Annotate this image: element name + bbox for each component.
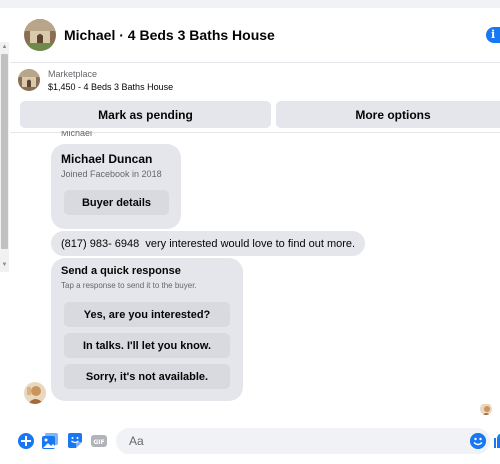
quick-response-not-available-button[interactable]: Sorry, it's not available. xyxy=(64,364,230,389)
scroll-down-icon[interactable]: ▼ xyxy=(1,262,8,269)
message-bubble: (817) 983- 6948 very interested would lo… xyxy=(51,231,366,256)
seen-receipt-avatar xyxy=(480,403,492,415)
photo-icon[interactable] xyxy=(41,432,59,450)
svg-text:GIF: GIF xyxy=(93,439,104,446)
quick-response-title: Send a quick response xyxy=(61,265,181,277)
listing-thumbnail[interactable] xyxy=(18,69,40,91)
info-icon[interactable]: i xyxy=(486,27,500,43)
buyer-card: Michael Duncan Joined Facebook in 2018 B… xyxy=(51,144,181,229)
emoji-icon[interactable] xyxy=(470,433,486,449)
sticker-icon[interactable] xyxy=(66,432,84,450)
marketplace-panel: Marketplace $1,450 - 4 Beds 3 Baths Hous… xyxy=(10,62,500,133)
like-icon[interactable] xyxy=(494,434,500,448)
quick-response-yes-button[interactable]: Yes, are you interested? xyxy=(64,302,230,327)
message-composer: GIF xyxy=(10,426,500,456)
buyer-details-button[interactable]: Buyer details xyxy=(64,190,169,215)
scrollbar[interactable]: ▲ ▼ xyxy=(0,42,9,272)
conversation-title: Michael · 4 Beds 3 Baths House xyxy=(64,27,275,43)
listing-price-title[interactable]: $1,450 - 4 Beds 3 Baths House xyxy=(48,82,173,92)
marketplace-label: Marketplace xyxy=(48,69,98,79)
quick-response-card: Send a quick response Tap a response to … xyxy=(51,258,243,401)
sender-name: Michael xyxy=(61,131,93,138)
buyer-name: Michael Duncan xyxy=(61,152,153,166)
quick-response-in-talks-button[interactable]: In talks. I'll let you know. xyxy=(64,333,230,358)
mark-as-pending-button[interactable]: Mark as pending xyxy=(20,101,271,128)
message-input-wrapper xyxy=(116,428,490,454)
sender-avatar[interactable] xyxy=(24,382,46,404)
conversation-header: Michael · 4 Beds 3 Baths House i xyxy=(10,8,500,62)
quick-response-subtitle: Tap a response to send it to the buyer. xyxy=(61,281,197,290)
message-input[interactable] xyxy=(116,428,456,454)
plus-circle-icon[interactable] xyxy=(17,432,35,450)
more-options-button[interactable]: More options xyxy=(276,101,500,128)
scroll-up-icon[interactable]: ▲ xyxy=(1,44,8,51)
buyer-joined: Joined Facebook in 2018 xyxy=(61,169,162,179)
top-strip xyxy=(0,0,500,8)
scroll-thumb[interactable] xyxy=(1,54,8,249)
listing-avatar[interactable] xyxy=(24,19,56,51)
gif-icon[interactable]: GIF xyxy=(90,432,108,450)
